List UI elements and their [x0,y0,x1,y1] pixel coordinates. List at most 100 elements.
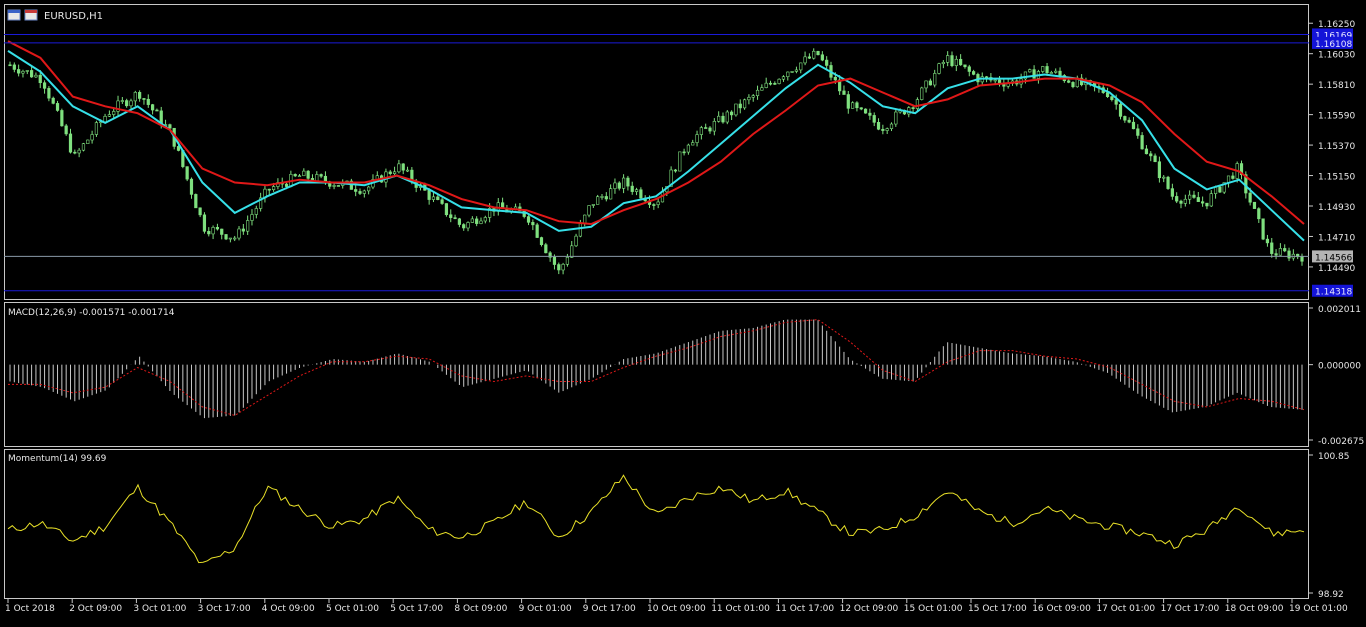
candle-body [686,144,691,153]
candle-body [842,90,846,95]
candle-body [133,92,137,102]
candle-body [617,182,621,189]
time-tick-label: 8 Oct 09:00 [454,604,507,614]
candle-body [1131,121,1136,130]
candle-body [254,208,258,215]
candle-body [1248,192,1252,203]
time-tick-label: 15 Oct 01:00 [904,604,963,614]
candle-body [332,185,336,187]
candle-body [937,63,941,74]
candle-body [94,122,99,135]
price-tick-label: 1.15590 [1318,112,1355,122]
candle-body [453,217,457,220]
candle-body [168,124,172,129]
candle-body [933,73,937,86]
chart-canvas[interactable]: EURUSD,H1 MACD(12,26,9) -0.001571 -0.001… [0,0,1366,623]
candle-body [699,127,703,135]
candle-body [444,203,449,216]
price-tick-label: 1.15370 [1318,142,1355,152]
level-price-text: 1.16108 [1315,40,1352,50]
candle-body [1183,198,1187,204]
candle-body [107,114,111,117]
candle-body [293,174,297,177]
candle-body [1054,70,1058,73]
candle-body [704,127,708,129]
candle-body [535,224,539,238]
candle-body [1252,201,1257,209]
time-tick-label: 17 Oct 01:00 [1096,604,1155,614]
price-tick-label: 1.14710 [1318,233,1355,243]
candle-body [682,151,686,154]
candle-body [570,245,574,258]
time-tick-label: 17 Oct 17:00 [1161,604,1220,614]
candle-body [103,115,107,123]
candle-body [1153,155,1157,163]
candle-body [1287,250,1291,259]
candle-body [194,194,198,209]
price-tick-label: 1.14930 [1318,203,1355,213]
candle-body [565,257,570,265]
time-tick-label: 12 Oct 09:00 [840,604,899,614]
candle-body [302,170,306,177]
candle-body [68,133,73,153]
price-tick-label: 1.16250 [1318,20,1355,30]
candle-body [1231,175,1235,179]
candle-body [449,214,453,218]
candle-body [306,170,310,179]
candle-body [1045,66,1049,74]
candle-body [1157,161,1162,179]
level-price-text: 1.14318 [1315,288,1352,298]
candle-body [695,134,699,143]
candle-body [812,50,816,59]
candle-body [894,111,898,125]
candle-body [803,56,807,64]
price-tick-label: 1.14490 [1318,264,1355,274]
momentum-title: Momentum(14) 99.69 [8,454,107,464]
candle-body [1136,128,1140,136]
candle-body [8,64,12,67]
candle-body [1166,176,1170,189]
candle-body [211,227,215,235]
candle-body [876,122,881,130]
candle-body [479,220,483,224]
candle-body [786,71,790,78]
candle-body [25,70,29,72]
candle-body [742,99,747,109]
candle-body [440,199,444,204]
candle-body [475,218,479,224]
candle-body [751,95,755,98]
candle-body [768,82,773,85]
candle-body [1144,148,1149,155]
candle-body [86,139,90,144]
candle-body [457,218,461,225]
candle-body [470,218,474,223]
time-tick-label: 5 Oct 17:00 [390,604,443,614]
candle-body [820,54,824,61]
symbol-title: EURUSD,H1 [44,11,103,22]
candle-body [1209,193,1213,207]
candle-body [51,97,55,104]
momentum-tick-label: 100.85 [1318,452,1350,462]
candle-body [717,115,721,122]
candle-body [1274,253,1278,256]
candle-body [436,196,440,201]
candle-body [967,66,971,72]
chart-window[interactable]: EURUSD,H1 MACD(12,26,9) -0.001571 -0.001… [0,0,1366,623]
candle-body [1175,196,1179,202]
candle-body [963,64,967,68]
candle-body [773,83,777,85]
time-tick-label: 15 Oct 17:00 [968,604,1027,614]
candle-body [915,99,920,109]
candle-body [1278,248,1282,256]
candle-body [267,188,271,191]
candle-body [924,80,928,89]
candle-body [55,103,60,111]
candle-body [600,196,604,198]
price-tick-label: 1.15150 [1318,173,1355,183]
candle-body [358,191,362,194]
candle-body [816,50,820,56]
candle-body [427,189,431,200]
candle-body [794,69,799,72]
candle-body [928,80,932,86]
candle-body [1149,153,1153,157]
